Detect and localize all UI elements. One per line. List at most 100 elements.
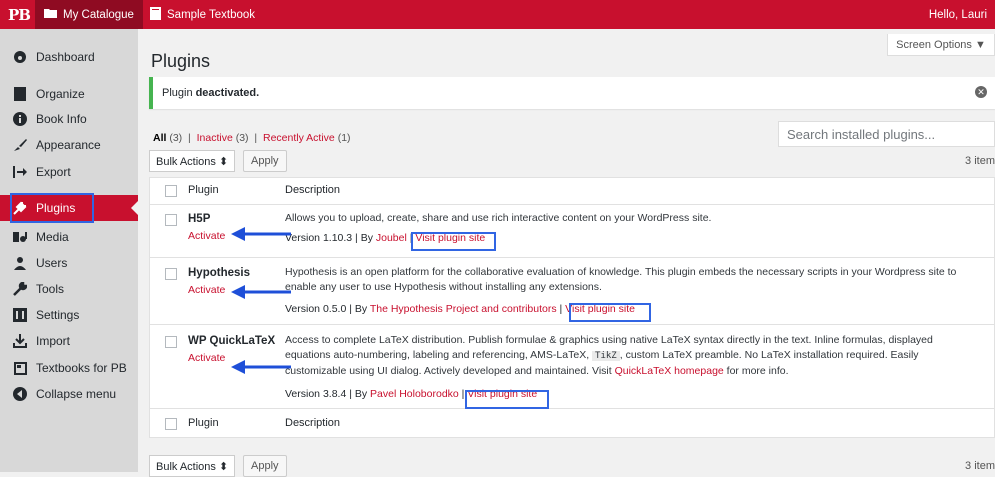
sidebar-item-plugins[interactable]: Plugins	[0, 195, 138, 221]
apply-button-top[interactable]: Apply	[243, 150, 287, 172]
annotation-arrow-icon	[231, 227, 291, 241]
sidebar-item-appearance[interactable]: Appearance	[0, 132, 138, 158]
select-all-checkbox-bottom[interactable]	[165, 418, 177, 430]
annotation-arrow-icon	[231, 285, 291, 299]
plugin-icon	[12, 200, 28, 216]
plugin-meta: Version 1.10.3 | By Joubel | Visit plugi…	[285, 232, 486, 244]
plugin-name: Hypothesis	[188, 267, 250, 279]
sidebar-item-label: Users	[36, 256, 68, 270]
plugin-author-link[interactable]: Pavel Holoborodko	[370, 388, 459, 400]
sidebar-item-label: Plugins	[36, 201, 76, 215]
row-checkbox[interactable]	[165, 336, 177, 348]
plugins-table: Plugin Description H5P Activate Allows y…	[149, 177, 995, 438]
apply-button-bottom[interactable]: Apply	[243, 455, 287, 477]
book-icon	[12, 86, 28, 102]
search-installed-plugins-input[interactable]: Search installed plugins...	[778, 121, 995, 147]
quicklatex-homepage-link[interactable]: QuickLaTeX homepage	[615, 365, 724, 377]
bulk-actions-select-top[interactable]: Bulk Actions ⬍	[149, 150, 236, 172]
row-checkbox[interactable]	[165, 268, 177, 280]
sidebar-item-label: Book Info	[36, 112, 87, 126]
export-icon	[12, 164, 28, 180]
sidebar-item-textbooks-for-pb[interactable]: Textbooks for PB	[0, 355, 138, 381]
description-text: for more info.	[726, 365, 789, 377]
brush-icon	[12, 137, 28, 153]
book-icon	[150, 6, 161, 23]
column-footer-description: Description	[285, 417, 341, 429]
textbooks-icon	[12, 360, 28, 376]
description-line: customizable using UI dialog. Actively d…	[285, 364, 985, 379]
admin-bar: PB My Catalogue Sample Textbook Hello, L…	[0, 0, 995, 29]
plugin-meta: Version 0.5.0 | By The Hypothesis Projec…	[285, 303, 636, 315]
column-footer-plugin[interactable]: Plugin	[188, 417, 219, 429]
sidebar-item-book-info[interactable]: Book Info	[0, 106, 138, 132]
sidebar-item-media[interactable]: Media	[0, 224, 138, 250]
row-checkbox[interactable]	[165, 214, 177, 226]
items-count-bottom: 3 item	[965, 460, 995, 472]
sidebar-item-export[interactable]: Export	[0, 159, 138, 185]
sidebar-item-label: Organize	[36, 87, 85, 101]
filter-all[interactable]: All	[153, 132, 166, 144]
select-all-checkbox[interactable]	[165, 185, 177, 197]
account-menu[interactable]: Hello, Lauri	[929, 0, 987, 29]
my-catalogue-link[interactable]: My Catalogue	[35, 0, 143, 29]
items-count-top: 3 item	[965, 155, 995, 167]
description-text: customizable using UI dialog. Actively d…	[285, 365, 612, 377]
bulk-actions-select-bottom[interactable]: Bulk Actions ⬍	[149, 455, 236, 477]
sidebar-item-import[interactable]: Import	[0, 328, 138, 354]
plugin-author-link[interactable]: Joubel	[376, 232, 407, 244]
sidebar-item-label: Settings	[36, 308, 80, 322]
sidebar-item-dashboard[interactable]: Dashboard	[0, 44, 138, 70]
notice-text: Plugin	[162, 87, 193, 99]
dismiss-notice-icon[interactable]: ✕	[975, 86, 987, 98]
annotation-arrow-icon	[231, 360, 291, 374]
activate-link[interactable]: Activate	[188, 352, 225, 364]
visit-plugin-site-link[interactable]: Visit plugin site	[467, 388, 537, 400]
pressbooks-logo[interactable]: PB	[8, 0, 31, 29]
folder-icon	[44, 8, 57, 21]
plugin-description: Hypothesis is an open platform for the c…	[285, 265, 985, 295]
sidebar-item-label: Media	[36, 230, 69, 244]
visit-plugin-site-link[interactable]: Visit plugin site	[415, 232, 485, 244]
sidebar-item-tools[interactable]: Tools	[0, 276, 138, 302]
visit-plugin-site-link[interactable]: Visit plugin site	[565, 303, 635, 315]
sidebar-item-label: Tools	[36, 282, 65, 296]
my-catalogue-label: My Catalogue	[63, 8, 134, 21]
filter-recently-active[interactable]: Recently Active	[263, 132, 335, 144]
column-header-description: Description	[285, 184, 341, 196]
plugin-description: Access to complete LaTeX distribution. P…	[285, 333, 985, 379]
description-text: equations auto-numbering, labeling and r…	[285, 349, 590, 361]
screen-options-button[interactable]: Screen Options ▼	[887, 34, 995, 56]
admin-sidebar: Dashboard Organize Book Info Appearance …	[0, 29, 138, 472]
sidebar-item-users[interactable]: Users	[0, 250, 138, 276]
wrench-icon	[12, 281, 28, 297]
sidebar-item-label: Appearance	[36, 138, 101, 152]
column-header-plugin[interactable]: Plugin	[188, 184, 219, 196]
sidebar-item-collapse-menu[interactable]: Collapse menu	[0, 381, 138, 407]
sidebar-item-label: Dashboard	[36, 50, 95, 64]
media-icon	[12, 229, 28, 245]
sample-textbook-link[interactable]: Sample Textbook	[150, 0, 255, 29]
plugin-name: H5P	[188, 213, 211, 225]
main-content: Screen Options ▼ Plugins Plugin deactiva…	[138, 29, 995, 477]
plugin-version: Version 3.8.4 | By	[285, 388, 368, 400]
description-line: Access to complete LaTeX distribution. P…	[285, 334, 933, 346]
activate-link[interactable]: Activate	[188, 284, 225, 296]
info-icon	[12, 111, 28, 127]
notice-strong-text: deactivated.	[195, 87, 260, 99]
filter-all-count: (3)	[169, 132, 183, 144]
filter-inactive[interactable]: Inactive	[197, 132, 233, 144]
sample-textbook-label: Sample Textbook	[167, 8, 256, 21]
table-footer-row: Plugin Description	[150, 409, 994, 438]
import-icon	[12, 333, 28, 349]
plugin-description: Allows you to upload, create, share and …	[285, 212, 712, 224]
filter-separator: |	[188, 132, 191, 144]
sidebar-item-organize[interactable]: Organize	[0, 81, 138, 107]
description-line: equations auto-numbering, labeling and r…	[285, 348, 985, 364]
plugin-author-link[interactable]: The Hypothesis Project and contributors	[370, 303, 557, 315]
filter-separator: |	[254, 132, 258, 144]
description-line: Hypothesis is an open platform for the c…	[285, 266, 957, 278]
activate-link[interactable]: Activate	[188, 230, 225, 242]
sidebar-item-settings[interactable]: Settings	[0, 302, 138, 328]
description-line: enable any user to use Hypothesis withou…	[285, 281, 602, 293]
users-icon	[12, 255, 28, 271]
